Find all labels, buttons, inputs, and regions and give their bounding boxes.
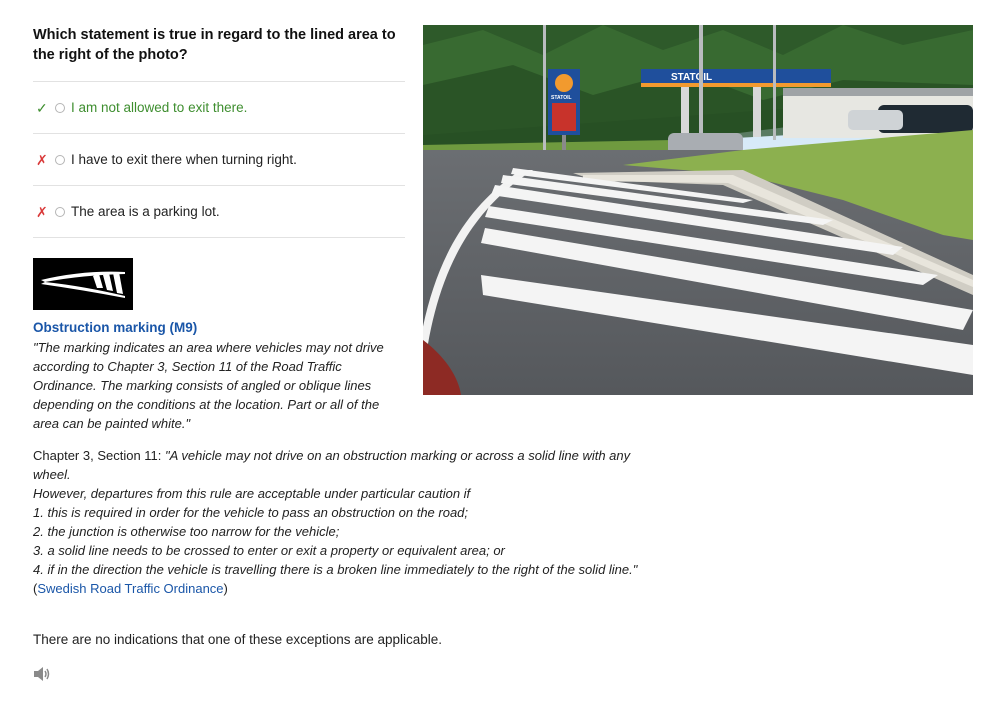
explanation-quote: "The marking indicates an area where veh… xyxy=(33,340,384,431)
radio-button[interactable] xyxy=(55,206,65,217)
pole-sign-text: STATOIL xyxy=(551,95,572,101)
speaker-icon[interactable] xyxy=(33,666,51,682)
rule-1: 1. this is required in order for the veh… xyxy=(33,505,469,520)
source-link[interactable]: Swedish Road Traffic Ordinance xyxy=(37,581,223,596)
chapter-quote-2: However, departures from this rule are a… xyxy=(33,486,471,501)
radio-button[interactable] xyxy=(55,154,65,165)
chapter-intro: Chapter 3, Section 11: xyxy=(33,448,166,463)
rule-3: 3. a solid line needs to be crossed to e… xyxy=(33,543,505,558)
answer-text: I have to exit there when turning right. xyxy=(71,152,297,167)
cross-icon: ✗ xyxy=(36,151,48,168)
rule-2: 2. the junction is otherwise too narrow … xyxy=(33,524,340,539)
source-close: ) xyxy=(223,581,228,596)
answer-text: The area is a parking lot. xyxy=(71,204,220,219)
answer-list: ✓ I am not allowed to exit there. ✗ I ha… xyxy=(33,81,405,238)
question-text: Which statement is true in regard to the… xyxy=(33,27,396,63)
radio-button[interactable] xyxy=(55,102,65,113)
answer-option-1[interactable]: ✓ I am not allowed to exit there. xyxy=(33,81,405,133)
answer-option-2[interactable]: ✗ I have to exit there when turning righ… xyxy=(33,133,405,185)
canopy-sign-text: STATOIL xyxy=(671,72,712,83)
answer-option-3[interactable]: ✗ The area is a parking lot. xyxy=(33,185,405,238)
conclusion-text: There are no indications that one of the… xyxy=(33,632,443,647)
explanation-title: Obstruction marking (M9) xyxy=(33,320,198,335)
answer-text: I am not allowed to exit there. xyxy=(71,100,248,115)
obstruction-marking-sign-image xyxy=(33,258,133,310)
rule-4: 4. if in the direction the vehicle is tr… xyxy=(33,562,638,577)
question-photo: STATOIL STATOIL xyxy=(423,25,973,395)
chapter-reference: Chapter 3, Section 11: "A vehicle may no… xyxy=(33,446,638,598)
cross-icon: ✗ xyxy=(36,203,48,220)
checkmark-icon: ✓ xyxy=(36,99,48,116)
